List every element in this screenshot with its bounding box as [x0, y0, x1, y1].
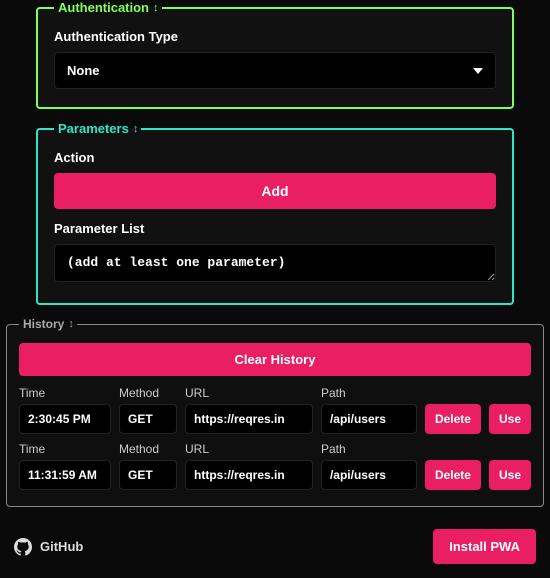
parameter-list-textarea[interactable]: (add at least one parameter): [54, 244, 496, 282]
footer: GitHub Install PWA: [0, 515, 550, 578]
history-path-col: Path: [321, 442, 417, 490]
install-pwa-button[interactable]: Install PWA: [433, 529, 536, 564]
path-header: Path: [321, 442, 417, 456]
history-method-col: Method: [119, 386, 177, 434]
add-parameter-button[interactable]: Add: [54, 173, 496, 209]
url-header: URL: [185, 442, 313, 456]
authentication-panel: Authentication ↕ Authentication Type Non…: [36, 0, 514, 109]
history-row: Time Method URL Path Delete Use: [19, 442, 531, 490]
clear-history-button[interactable]: Clear History: [19, 343, 531, 376]
history-url-col: URL: [185, 386, 313, 434]
parameters-legend[interactable]: Parameters ↕: [54, 121, 141, 136]
parameter-list-label: Parameter List: [54, 221, 496, 236]
history-method-value[interactable]: [119, 404, 177, 434]
expand-collapse-icon: ↕: [68, 318, 73, 330]
url-header: URL: [185, 386, 313, 400]
method-header: Method: [119, 442, 177, 456]
delete-history-button[interactable]: Delete: [425, 404, 481, 434]
use-history-button[interactable]: Use: [489, 460, 531, 490]
github-link[interactable]: GitHub: [14, 538, 83, 556]
history-time-col: Time: [19, 442, 111, 490]
auth-type-select-wrap: None: [54, 52, 496, 89]
action-label: Action: [54, 150, 496, 165]
parameters-panel: Parameters ↕ Action Add Parameter List (…: [36, 121, 514, 305]
method-header: Method: [119, 386, 177, 400]
path-header: Path: [321, 386, 417, 400]
history-path-value[interactable]: [321, 404, 417, 434]
history-method-value[interactable]: [119, 460, 177, 490]
history-time-value[interactable]: [19, 404, 111, 434]
history-legend[interactable]: History ↕: [19, 317, 77, 331]
history-row: Time Method URL Path Delete Use: [19, 386, 531, 434]
history-url-value[interactable]: [185, 404, 313, 434]
history-panel: History ↕ Clear History Time Method URL …: [6, 317, 544, 507]
history-time-col: Time: [19, 386, 111, 434]
parameters-legend-text: Parameters: [58, 121, 129, 136]
expand-collapse-icon: ↕: [133, 123, 138, 135]
history-url-value[interactable]: [185, 460, 313, 490]
auth-type-select[interactable]: None: [55, 53, 495, 88]
history-legend-text: History: [23, 317, 64, 331]
auth-type-label: Authentication Type: [54, 29, 496, 44]
authentication-legend-text: Authentication: [58, 0, 149, 15]
history-url-col: URL: [185, 442, 313, 490]
delete-history-button[interactable]: Delete: [425, 460, 481, 490]
history-time-value[interactable]: [19, 460, 111, 490]
github-label: GitHub: [40, 539, 83, 554]
time-header: Time: [19, 386, 111, 400]
history-path-value[interactable]: [321, 460, 417, 490]
time-header: Time: [19, 442, 111, 456]
history-path-col: Path: [321, 386, 417, 434]
history-method-col: Method: [119, 442, 177, 490]
expand-collapse-icon: ↕: [153, 2, 158, 14]
authentication-legend[interactable]: Authentication ↕: [54, 0, 162, 15]
use-history-button[interactable]: Use: [489, 404, 531, 434]
github-icon: [14, 538, 32, 556]
